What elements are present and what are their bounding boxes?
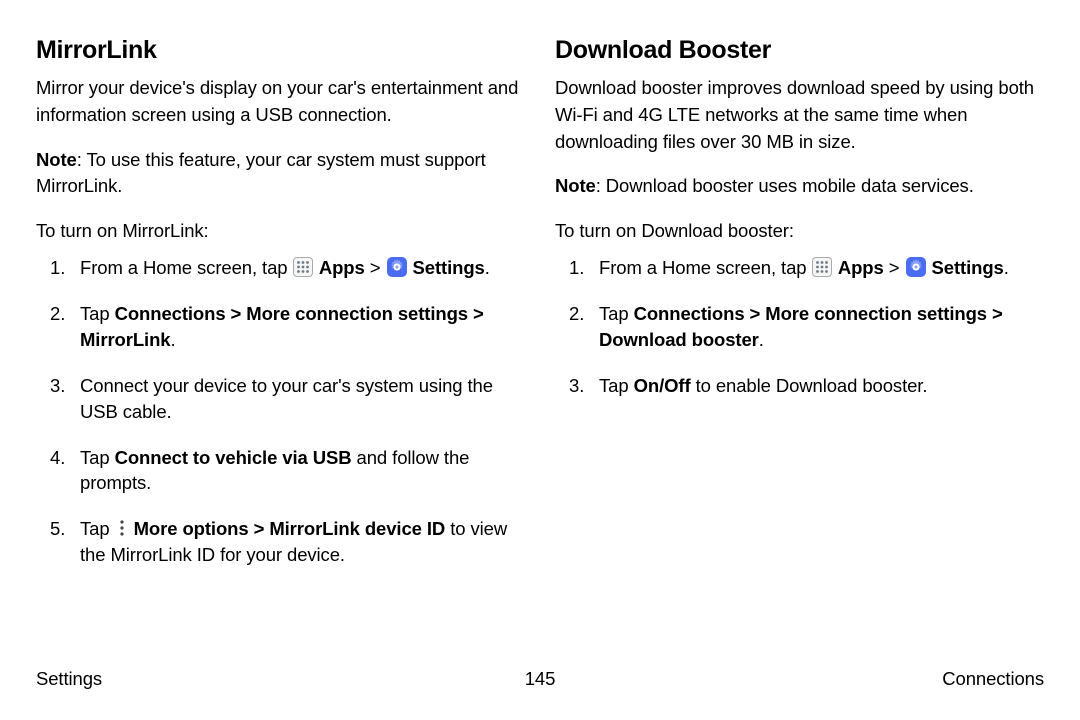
apps-label: Apps [833, 257, 883, 278]
note-text: : Download booster uses mobile data serv… [596, 175, 974, 196]
mirrorlink-note: Note: To use this feature, your car syst… [36, 147, 525, 201]
step-5: Tap More options > MirrorLink device ID … [36, 516, 525, 568]
mirrorlink-intro: Mirror your device's display on your car… [36, 75, 525, 129]
step-1: From a Home screen, tap Apps > Settings. [555, 255, 1044, 281]
apps-icon [293, 257, 313, 277]
step-3: Connect your device to your car's system… [36, 373, 525, 425]
mirrorlink-section: MirrorLink Mirror your device's display … [36, 36, 525, 588]
mirrorlink-steps: From a Home screen, tap Apps > Settings.… [36, 255, 525, 568]
step-2: Tap Connections > More connection settin… [36, 301, 525, 353]
more-options-icon [116, 518, 128, 538]
settings-icon [906, 257, 926, 277]
download-booster-heading: Download Booster [555, 36, 1044, 65]
step-4: Tap Connect to vehicle via USB and follo… [36, 445, 525, 497]
mirrorlink-heading: MirrorLink [36, 36, 525, 65]
apps-label: Apps [314, 257, 364, 278]
settings-icon [387, 257, 407, 277]
step-2-path: Connections > More connection settings >… [599, 303, 1003, 350]
note-label: Note [36, 149, 77, 170]
step-3-action: On/Off [634, 375, 691, 396]
step-4-action: Connect to vehicle via USB [115, 447, 352, 468]
download-booster-section: Download Booster Download booster improv… [555, 36, 1044, 588]
note-label: Note [555, 175, 596, 196]
footer-right: Connections [942, 668, 1044, 690]
note-text: : To use this feature, your car system m… [36, 149, 486, 197]
mirrorlink-lead: To turn on MirrorLink: [36, 218, 525, 245]
page-number: 145 [525, 668, 556, 690]
download-booster-steps: From a Home screen, tap Apps > Settings.… [555, 255, 1044, 399]
settings-label: Settings [408, 257, 485, 278]
step-3: Tap On/Off to enable Download booster. [555, 373, 1044, 399]
download-booster-intro: Download booster improves download speed… [555, 75, 1044, 155]
step-2: Tap Connections > More connection settin… [555, 301, 1044, 353]
footer-left: Settings [36, 668, 102, 690]
step-5-action: More options > MirrorLink device ID [129, 518, 446, 539]
apps-icon [812, 257, 832, 277]
download-booster-lead: To turn on Download booster: [555, 218, 1044, 245]
step-1: From a Home screen, tap Apps > Settings. [36, 255, 525, 281]
page-footer: Settings 145 Connections [36, 668, 1044, 690]
step-2-path: Connections > More connection settings >… [80, 303, 484, 350]
settings-label: Settings [927, 257, 1004, 278]
download-booster-note: Note: Download booster uses mobile data … [555, 173, 1044, 200]
